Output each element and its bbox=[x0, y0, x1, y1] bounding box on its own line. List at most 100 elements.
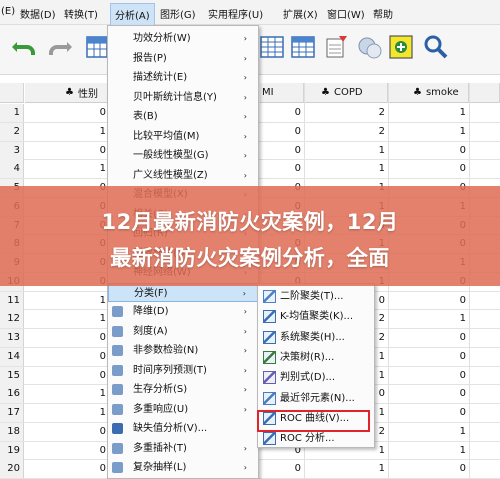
cell-smoke[interactable]: 0 bbox=[389, 142, 469, 160]
cell-sex[interactable]: 0 bbox=[25, 104, 109, 122]
variable-icon: ♣ bbox=[413, 87, 422, 98]
column-header-copd[interactable]: ♣ COPD bbox=[305, 83, 388, 103]
analyze-menu-item[interactable]: 生存分析(S) › bbox=[108, 380, 258, 399]
analyze-menu-item[interactable]: 比较平均值(M) › bbox=[108, 127, 258, 146]
menu-edit[interactable]: (E) bbox=[1, 6, 15, 17]
row-number[interactable]: 1 bbox=[0, 104, 24, 122]
analyze-menu-item[interactable]: 贝叶斯统计信息(Y) › bbox=[108, 88, 258, 107]
analyze-menu-item[interactable]: 刻度(A) › bbox=[108, 322, 258, 341]
row-number[interactable]: 16 bbox=[0, 385, 24, 404]
cell-sex[interactable]: 1 bbox=[25, 385, 109, 403]
cell-smoke[interactable]: 0 bbox=[389, 348, 469, 366]
cell-smoke[interactable]: 1 bbox=[389, 123, 469, 141]
cell-smoke[interactable]: 0 bbox=[389, 329, 469, 347]
search-icon[interactable] bbox=[422, 33, 450, 61]
column-header-empty[interactable] bbox=[470, 83, 500, 103]
row-number[interactable]: 17 bbox=[0, 404, 24, 422]
analyze-menu-item[interactable]: 广义线性模型(Z) › bbox=[108, 166, 258, 185]
menu-extensions[interactable]: 扩展(X) bbox=[283, 6, 318, 21]
cell-smoke[interactable]: 0 bbox=[389, 404, 469, 422]
row-number[interactable]: 13 bbox=[0, 329, 24, 347]
analyze-menu-item[interactable]: 非参数检验(N) › bbox=[108, 341, 258, 360]
cell-smoke[interactable]: 0 bbox=[389, 367, 469, 385]
column-header-sex[interactable]: ♣ 性别 bbox=[25, 83, 109, 103]
classify-menu-item[interactable]: 最近邻元素(N)... bbox=[258, 388, 374, 409]
row-number[interactable]: 18 bbox=[0, 422, 24, 441]
redo-icon[interactable] bbox=[46, 33, 74, 61]
cell-smoke[interactable]: 1 bbox=[389, 423, 469, 441]
row-number[interactable]: 19 bbox=[0, 441, 24, 460]
menu-utilities[interactable]: 实用程序(U) bbox=[208, 6, 263, 21]
analyze-menu-item[interactable]: 缺失值分析(V)... bbox=[108, 419, 258, 438]
menu-help[interactable]: 帮助 bbox=[373, 6, 393, 21]
analyze-menu-item[interactable]: 一般线性模型(G) › bbox=[108, 146, 258, 165]
menu-item-icon bbox=[112, 306, 123, 317]
menu-graphs[interactable]: 图形(G) bbox=[160, 6, 196, 21]
cell-sex[interactable]: 1 bbox=[25, 310, 109, 328]
submenu-arrow-icon: › bbox=[243, 463, 247, 472]
classify-menu-item[interactable]: 判别式(D)... bbox=[258, 367, 374, 388]
undo-icon[interactable] bbox=[10, 33, 38, 61]
column-header-smoke[interactable]: ♣ smoke bbox=[389, 83, 469, 103]
cell-mi[interactable]: 0 bbox=[260, 142, 304, 160]
classify-menu-item[interactable]: 决策树(R)... bbox=[258, 347, 374, 368]
classify-menu-item[interactable]: 二阶聚类(T)... bbox=[258, 286, 374, 307]
cell-sex[interactable]: 0 bbox=[25, 442, 109, 460]
select-cases-icon[interactable] bbox=[289, 33, 317, 61]
cell-sex[interactable]: 1 bbox=[25, 404, 109, 422]
cell-smoke[interactable]: 0 bbox=[389, 385, 469, 403]
analyze-menu-item[interactable]: 多重响应(U) › bbox=[108, 400, 258, 419]
cell-copd[interactable]: 1 bbox=[305, 160, 388, 178]
analyze-menu-item[interactable]: 报告(P) › bbox=[108, 49, 258, 68]
classify-menu-item[interactable]: 系统聚类(H)... bbox=[258, 327, 374, 348]
cell-sex[interactable]: 0 bbox=[25, 142, 109, 160]
analyze-menu-item[interactable]: 表(B) › bbox=[108, 107, 258, 126]
weight-cases-icon[interactable] bbox=[323, 33, 351, 61]
menu-window[interactable]: 窗口(W) bbox=[327, 6, 365, 21]
cell-sex[interactable]: 1 bbox=[25, 160, 109, 178]
menu-data[interactable]: 数据(D) bbox=[20, 6, 56, 21]
classify-menu-item[interactable]: K-均值聚类(K)... bbox=[258, 306, 374, 327]
row-number[interactable]: 4 bbox=[0, 160, 24, 179]
row-number[interactable]: 2 bbox=[0, 122, 24, 141]
cell-copd[interactable]: 1 bbox=[305, 460, 388, 478]
cell-sex[interactable]: 0 bbox=[25, 367, 109, 385]
analyze-menu-item[interactable]: 功效分析(W) › bbox=[108, 29, 258, 48]
analyze-menu-item[interactable]: 描述统计(E) › bbox=[108, 68, 258, 87]
cell-sex[interactable]: 0 bbox=[25, 348, 109, 366]
cell-sex[interactable]: 0 bbox=[25, 460, 109, 478]
row-number[interactable]: 3 bbox=[0, 141, 24, 160]
column-header-mi[interactable]: MI bbox=[260, 83, 304, 103]
cell-sex[interactable]: 1 bbox=[25, 292, 109, 310]
value-labels-icon[interactable] bbox=[355, 33, 383, 61]
row-number[interactable]: 14 bbox=[0, 347, 24, 366]
cell-smoke[interactable]: 0 bbox=[389, 292, 469, 310]
analyze-menu-item[interactable]: 降维(D) › bbox=[108, 302, 258, 321]
cell-smoke[interactable]: 1 bbox=[389, 442, 469, 460]
analyze-menu-item[interactable]: 多重插补(T) › bbox=[108, 439, 258, 458]
split-file-icon[interactable] bbox=[258, 33, 286, 61]
cell-copd[interactable]: 2 bbox=[305, 123, 388, 141]
cell-sex[interactable]: 1 bbox=[25, 123, 109, 141]
analyze-menu-item[interactable]: 时间序列预测(T) › bbox=[108, 361, 258, 380]
menu-transform[interactable]: 转换(T) bbox=[64, 6, 98, 21]
analyze-menu-item[interactable]: 复杂抽样(L) › bbox=[108, 458, 258, 477]
cell-smoke[interactable]: 0 bbox=[389, 460, 469, 478]
cell-smoke[interactable]: 1 bbox=[389, 104, 469, 122]
cell-mi[interactable]: 0 bbox=[260, 460, 304, 478]
cell-sex[interactable]: 0 bbox=[25, 423, 109, 441]
cell-sex[interactable]: 0 bbox=[25, 329, 109, 347]
cell-mi[interactable]: 0 bbox=[260, 104, 304, 122]
add-variable-icon[interactable] bbox=[387, 33, 415, 61]
row-number[interactable]: 20 bbox=[0, 460, 24, 479]
cell-copd[interactable]: 2 bbox=[305, 104, 388, 122]
cell-copd[interactable]: 1 bbox=[305, 142, 388, 160]
cell-mi[interactable]: 0 bbox=[260, 123, 304, 141]
row-number[interactable]: 12 bbox=[0, 310, 24, 329]
row-number[interactable]: 11 bbox=[0, 291, 24, 310]
row-number[interactable]: 15 bbox=[0, 366, 24, 385]
cell-smoke[interactable]: 0 bbox=[389, 160, 469, 178]
cell-mi[interactable]: 0 bbox=[260, 160, 304, 178]
menu-analyze[interactable]: 分析(A) bbox=[110, 3, 155, 26]
cell-smoke[interactable]: 1 bbox=[389, 310, 469, 328]
